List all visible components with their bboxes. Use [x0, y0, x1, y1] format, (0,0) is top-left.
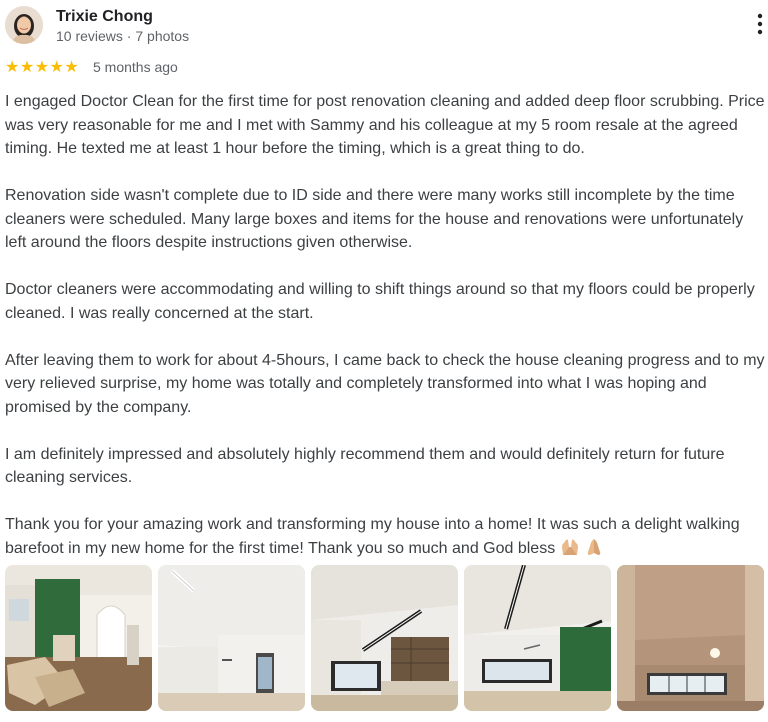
- review-photo-1[interactable]: [5, 565, 152, 711]
- reviewer-name[interactable]: Trixie Chong: [56, 8, 153, 26]
- vertical-dots-icon: [757, 13, 763, 35]
- reviewer-avatar[interactable]: [5, 6, 43, 44]
- review-paragraph: After leaving them to work for about 4-5…: [5, 351, 765, 416]
- room-photo-empty-ceiling-icon: [158, 565, 305, 711]
- review-paragraph: I am definitely impressed and absolutely…: [5, 445, 725, 487]
- review-photo-2[interactable]: [158, 565, 305, 711]
- review-paragraph: Doctor cleaners were accommodating and w…: [5, 281, 755, 322]
- review-photos: [5, 565, 765, 711]
- review-paragraph: Thank you for your amazing work and tran…: [5, 516, 740, 557]
- star-rating-icon: ★★★★★: [5, 59, 80, 76]
- review-photo-5[interactable]: [617, 565, 764, 711]
- review-paragraph: I engaged Doctor Clean for the first tim…: [5, 93, 765, 157]
- room-photo-green-wall-boxes-icon: [5, 565, 152, 711]
- review-date: 5 months ago: [93, 59, 178, 75]
- review-paragraph-last: Thank you for your amazing work and tran…: [5, 513, 767, 563]
- room-photo-kitchen-shelves-icon: [311, 565, 458, 711]
- more-options-button[interactable]: [739, 10, 763, 40]
- review-header: Trixie Chong 10 reviews · 7 photos: [5, 6, 763, 46]
- review-photo-4[interactable]: [464, 565, 611, 711]
- room-photo-windows-ceiling-light-icon: [617, 565, 764, 711]
- user-avatar-photo-icon: [5, 6, 43, 44]
- folded-hands-emoji-icon: [584, 538, 604, 564]
- review-paragraph: Renovation side wasn't complete due to I…: [5, 187, 744, 251]
- review-photo-3[interactable]: [311, 565, 458, 711]
- reviewer-stats[interactable]: 10 reviews · 7 photos: [56, 28, 189, 44]
- raising-hands-emoji-icon: [560, 538, 580, 564]
- review-text: I engaged Doctor Clean for the first tim…: [5, 90, 767, 587]
- room-photo-track-lights-green-wall-icon: [464, 565, 611, 711]
